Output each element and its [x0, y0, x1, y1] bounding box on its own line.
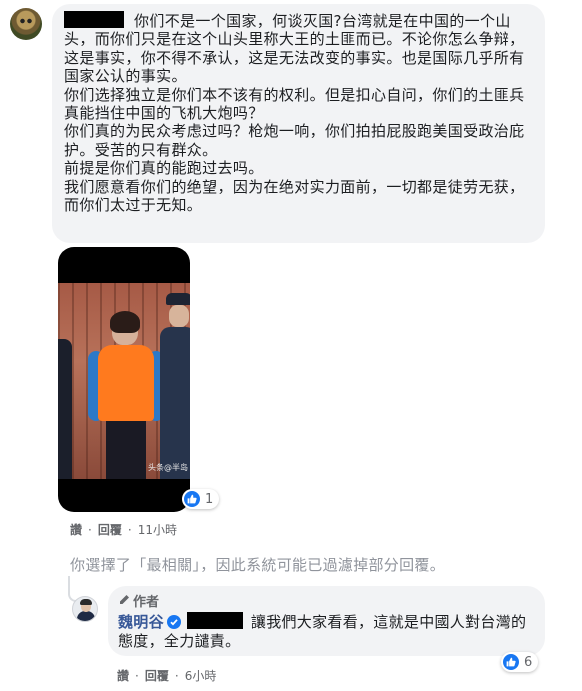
like-button[interactable]: 讚	[70, 521, 82, 538]
reply-reaction-summary[interactable]: 6	[501, 652, 539, 672]
reaction-count: 1	[205, 491, 214, 507]
redacted-name	[186, 612, 243, 629]
reaction-count: 6	[524, 654, 533, 670]
like-button[interactable]: 讚	[117, 667, 129, 684]
reaction-summary[interactable]: 1	[182, 489, 220, 509]
comment-timestamp[interactable]: 11小時	[138, 521, 177, 538]
commenter-avatar[interactable]	[10, 8, 42, 40]
reply-timestamp[interactable]: 6小時	[185, 667, 217, 684]
reply-actions: 讚 · 回覆 · 6小時	[117, 667, 217, 684]
like-icon	[184, 491, 200, 507]
photo-watermark: 头条@半岛	[148, 463, 188, 472]
like-icon	[503, 654, 519, 670]
author-tag: 作者	[133, 594, 160, 610]
author-avatar[interactable]	[72, 596, 98, 622]
verified-icon	[166, 615, 181, 629]
comment-photo[interactable]: 头条@半岛	[58, 247, 190, 512]
reply-bubble: 作者 魏明谷 讓我們大家看看，這就是中國人對台灣的態度，全力譴責。	[108, 586, 545, 656]
comment-body: 你们不是一个国家，何谈灭国?台湾就是在中国的一个山头，而你们只是在这个山头里称大…	[64, 11, 533, 214]
author-badge: 作者	[118, 591, 535, 610]
author-name-link[interactable]: 魏明谷	[118, 613, 164, 631]
reply-button[interactable]: 回覆	[98, 521, 122, 538]
redacted-name	[64, 11, 124, 28]
reply-body: 魏明谷 讓我們大家看看，這就是中國人對台灣的態度，全力譴責。	[118, 612, 535, 651]
comment-actions: 讚 · 回覆 · 11小時	[70, 521, 177, 538]
comment-text: 你们不是一个国家，何谈灭国?台湾就是在中国的一个山头，而你们只是在这个山头里称大…	[64, 12, 525, 215]
pen-icon	[120, 595, 129, 604]
filter-notice: 你選擇了「最相關」，因此系統可能已過濾掉部分回覆。	[70, 556, 446, 574]
comment-bubble: 你们不是一个国家，何谈灭国?台湾就是在中国的一个山头，而你们只是在这个山头里称大…	[52, 4, 545, 243]
reply-button[interactable]: 回覆	[145, 667, 169, 684]
